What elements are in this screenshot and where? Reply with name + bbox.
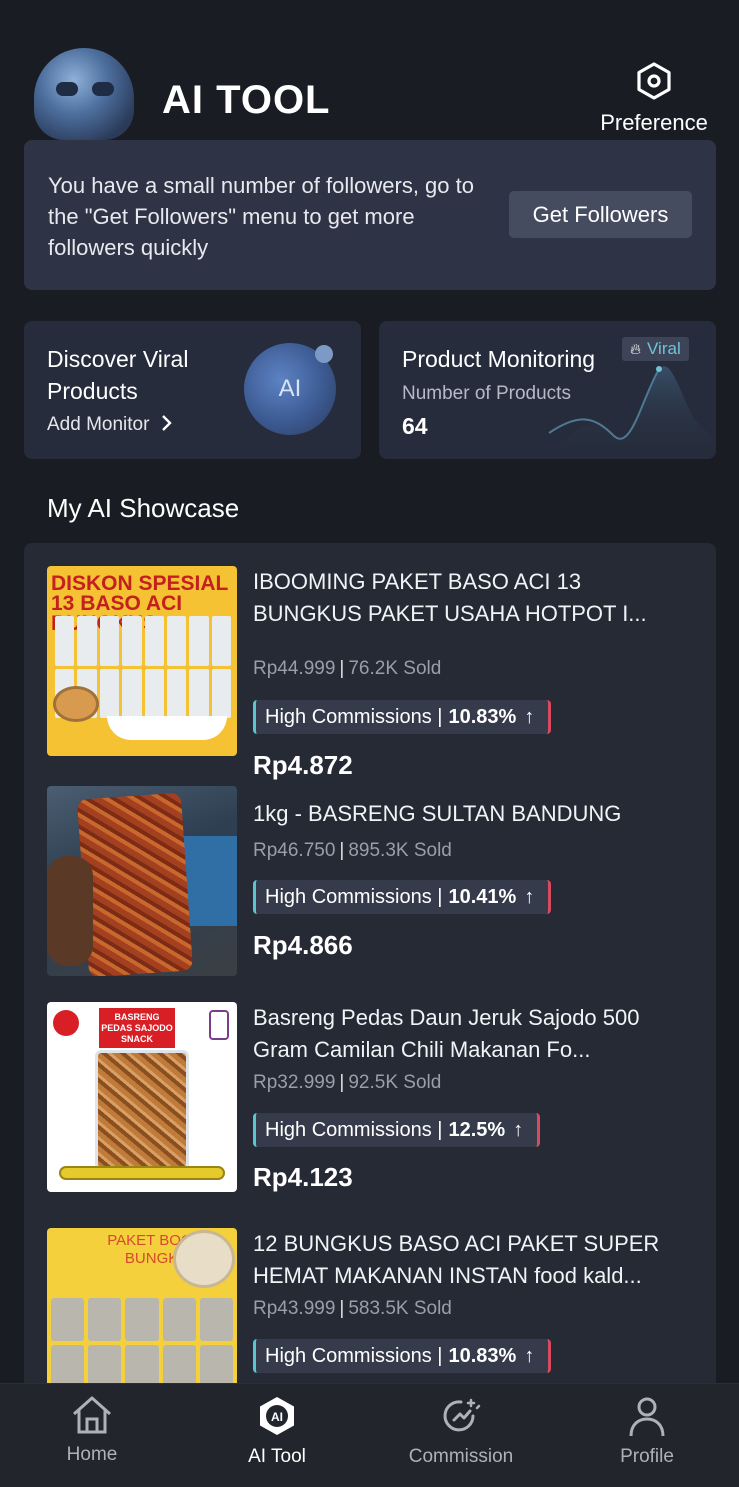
thumbnail-bowl <box>53 686 99 722</box>
thumbnail-packs <box>51 1298 233 1383</box>
product-price: Rp44.999 <box>253 658 336 679</box>
arrow-up-icon: ↑ <box>524 1344 535 1367</box>
thumbnail-pack <box>95 1050 189 1170</box>
add-monitor-link[interactable]: Add Monitor <box>47 414 173 436</box>
preference-label: Preference <box>600 110 708 135</box>
nav-home-label: Home <box>66 1444 118 1465</box>
orb-dot <box>315 345 333 363</box>
follower-notice-text: You have a small number of followers, go… <box>48 173 474 260</box>
nav-commission-label: Commission <box>408 1446 514 1467</box>
product-thumbnail: PAKET BOCI 12 BUNGKUS <box>47 1228 237 1383</box>
commission-label: High Commissions | <box>265 705 443 728</box>
thumbnail-bar <box>59 1166 225 1180</box>
nav-profile-label: Profile <box>620 1446 674 1467</box>
product-monitoring-card[interactable]: Product Monitoring 🔥︎ Viral Number of Pr… <box>379 321 716 459</box>
halal-logo-icon <box>209 1010 229 1040</box>
add-monitor-label: Add Monitor <box>47 414 150 435</box>
product-thumbnail <box>47 786 237 976</box>
brand-logo-icon <box>53 1010 79 1036</box>
nav-ai-tool[interactable]: AI AI Tool <box>207 1384 347 1487</box>
product-item[interactable]: PAKET BOCI 12 BUNGKUS 12 BUNGKUS BASO AC… <box>47 1228 697 1383</box>
profile-icon <box>629 1397 665 1437</box>
mascot-eye-right <box>92 82 114 96</box>
product-meta: Rp32.999 | 92.5K Sold <box>253 1072 442 1093</box>
commission-label: High Commissions | <box>265 1118 443 1141</box>
product-meta: Rp44.999 | 76.2K Sold <box>253 658 442 679</box>
mascot-eye-left <box>56 82 78 96</box>
product-name: 1kg - BASRENG SULTAN BANDUNG <box>253 801 622 826</box>
showcase-list: DISKON SPESIAL 13 BASO ACI BUNGKUS IBOOM… <box>24 543 716 1443</box>
commission-badge: High Commissions | 10.41% ↑ <box>253 880 552 914</box>
product-thumbnail: BASRENG PEDAS SAJODO SNACK <box>47 1002 237 1192</box>
product-thumbnail: DISKON SPESIAL 13 BASO ACI BUNGKUS <box>47 566 237 756</box>
commission-badge: High Commissions | 10.83% ↑ <box>253 1339 552 1373</box>
get-followers-button[interactable]: Get Followers <box>509 191 692 238</box>
thumbnail-ribbon-text: BASRENG PEDAS SAJODO SNACK <box>99 1008 175 1048</box>
home-icon <box>73 1396 111 1434</box>
svg-text:AI: AI <box>271 1410 283 1424</box>
product-earning: Rp4.866 <box>253 930 353 960</box>
thumbnail-bowl <box>173 1230 235 1288</box>
viral-badge: 🔥︎ Viral <box>622 337 689 361</box>
product-sold: 92.5K Sold <box>348 1072 442 1093</box>
product-sold: 583.5K Sold <box>348 1298 452 1319</box>
commission-badge: High Commissions | 12.5% ↑ <box>253 1113 541 1147</box>
chevron-right-icon <box>161 415 172 431</box>
commission-rate: 10.41% <box>448 885 517 908</box>
follower-notice-card: You have a small number of followers, go… <box>24 140 716 290</box>
discover-card-title: Discover Viral Products <box>47 346 189 404</box>
product-name: 12 BUNGKUS BASO ACI PAKET SUPER HEMAT MA… <box>253 1231 660 1288</box>
product-price: Rp32.999 <box>253 1072 336 1093</box>
nav-home[interactable]: Home <box>22 1384 162 1487</box>
app-title: AI TOOL <box>162 78 331 122</box>
product-price: Rp46.750 <box>253 840 336 861</box>
number-of-products-value: 64 <box>402 413 428 439</box>
discover-viral-products-card[interactable]: AI Discover Viral Products Add Monitor <box>24 321 361 459</box>
flame-icon: 🔥︎ <box>630 340 642 358</box>
product-monitoring-title: Product Monitoring <box>402 346 596 372</box>
bottom-navigation: Home AI AI Tool Commission Profile <box>0 1383 739 1487</box>
thumbnail-hand <box>47 856 93 966</box>
product-meta: Rp46.750 | 895.3K Sold <box>253 840 452 861</box>
arrow-up-icon: ↑ <box>524 885 535 908</box>
product-sold: 895.3K Sold <box>348 840 452 861</box>
commission-icon <box>443 1398 481 1432</box>
commission-rate: 12.5% <box>448 1118 506 1141</box>
product-item[interactable]: DISKON SPESIAL 13 BASO ACI BUNGKUS IBOOM… <box>47 566 697 780</box>
product-name: Basreng Pedas Daun Jeruk Sajodo 500 Gram… <box>253 1005 640 1062</box>
number-of-products-label: Number of Products <box>402 383 571 404</box>
thumbnail-banner-text: DISKON SPESIAL 13 BASO ACI BUNGKUS <box>51 572 228 634</box>
header: AI TOOL Preference <box>0 0 739 140</box>
thumbnail-base <box>107 716 227 740</box>
commission-label: High Commissions | <box>265 1344 443 1367</box>
nav-profile[interactable]: Profile <box>577 1384 717 1487</box>
nav-ai-tool-label: AI Tool <box>248 1446 306 1467</box>
product-item[interactable]: 1kg - BASRENG SULTAN BANDUNG Rp46.750 | 89… <box>47 786 697 976</box>
hexagon-gear-icon <box>637 62 671 100</box>
ai-orb-label: AI <box>278 375 302 402</box>
preference-button[interactable]: Preference <box>594 62 714 136</box>
product-sold: 76.2K Sold <box>348 658 442 679</box>
thumbnail-bag <box>76 792 194 976</box>
nav-commission[interactable]: Commission <box>391 1384 531 1487</box>
commission-badge: High Commissions | 10.83% ↑ <box>253 700 552 734</box>
product-price: Rp43.999 <box>253 1298 336 1319</box>
arrow-up-icon: ↑ <box>513 1118 524 1141</box>
commission-label: High Commissions | <box>265 885 443 908</box>
product-name: IBOOMING PAKET BASO ACI 13 BUNGKUS PAKET… <box>253 569 647 626</box>
product-earning: Rp4.872 <box>253 750 353 780</box>
viral-badge-label: Viral <box>647 339 681 358</box>
product-item[interactable]: BASRENG PEDAS SAJODO SNACK Basreng Pedas… <box>47 1002 697 1192</box>
product-meta: Rp43.999 | 583.5K Sold <box>253 1298 452 1319</box>
arrow-up-icon: ↑ <box>524 705 535 728</box>
product-earning: Rp4.123 <box>253 1162 353 1192</box>
ai-mascot-logo <box>34 48 134 140</box>
showcase-title: My AI Showcase <box>47 493 240 523</box>
ai-tool-icon: AI <box>260 1397 294 1435</box>
commission-rate: 10.83% <box>448 705 517 728</box>
commission-rate: 10.83% <box>448 1344 517 1367</box>
